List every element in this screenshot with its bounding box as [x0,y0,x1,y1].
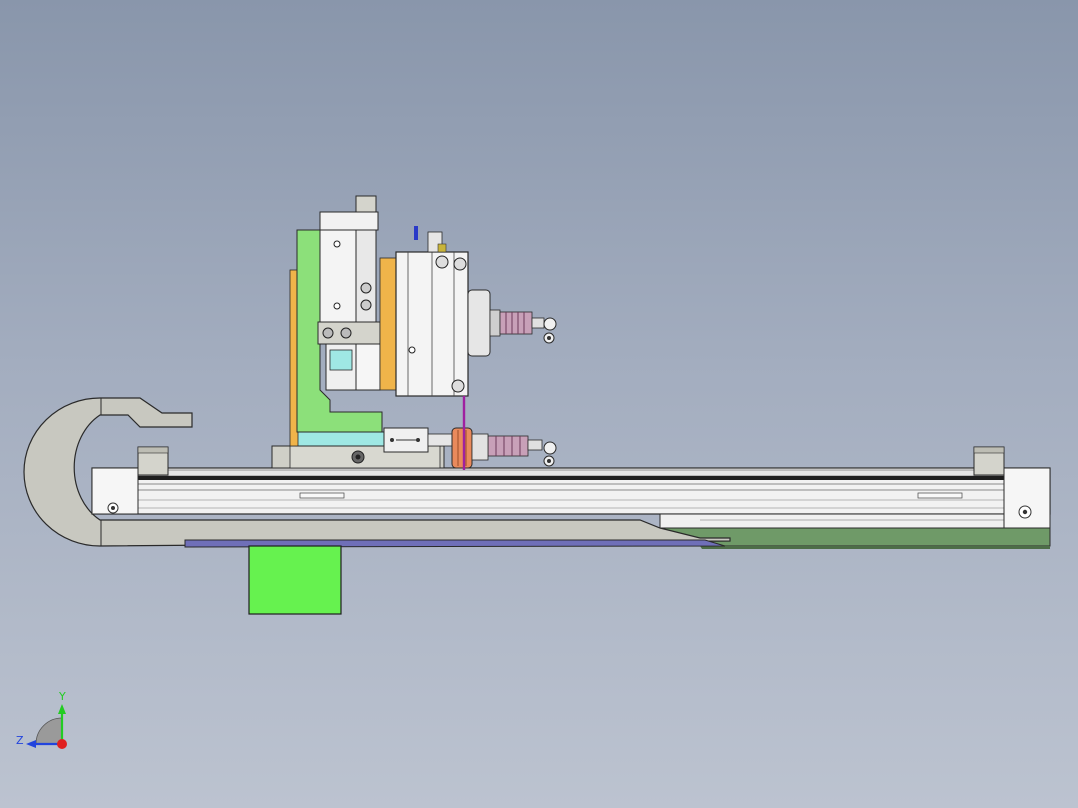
carriage-base [271,427,453,469]
spring-lower [487,435,557,467]
model-canvas[interactable]: Y Z [0,0,1078,808]
y-axis-label: Y [58,690,66,703]
coupling [451,396,489,470]
z-axis-label: Z [16,734,24,747]
cylinder-body [395,226,501,397]
cad-viewport[interactable]: Y Z [0,0,1078,808]
spring-upper [499,311,557,344]
y-axis-arrow [58,704,66,714]
axis-triad: Y Z [16,690,67,749]
origin-dot [57,739,67,749]
motor-block [248,545,342,615]
linear-rail [91,467,1051,529]
z-axis-arrow [26,740,36,748]
vertical-bracket [289,195,397,447]
